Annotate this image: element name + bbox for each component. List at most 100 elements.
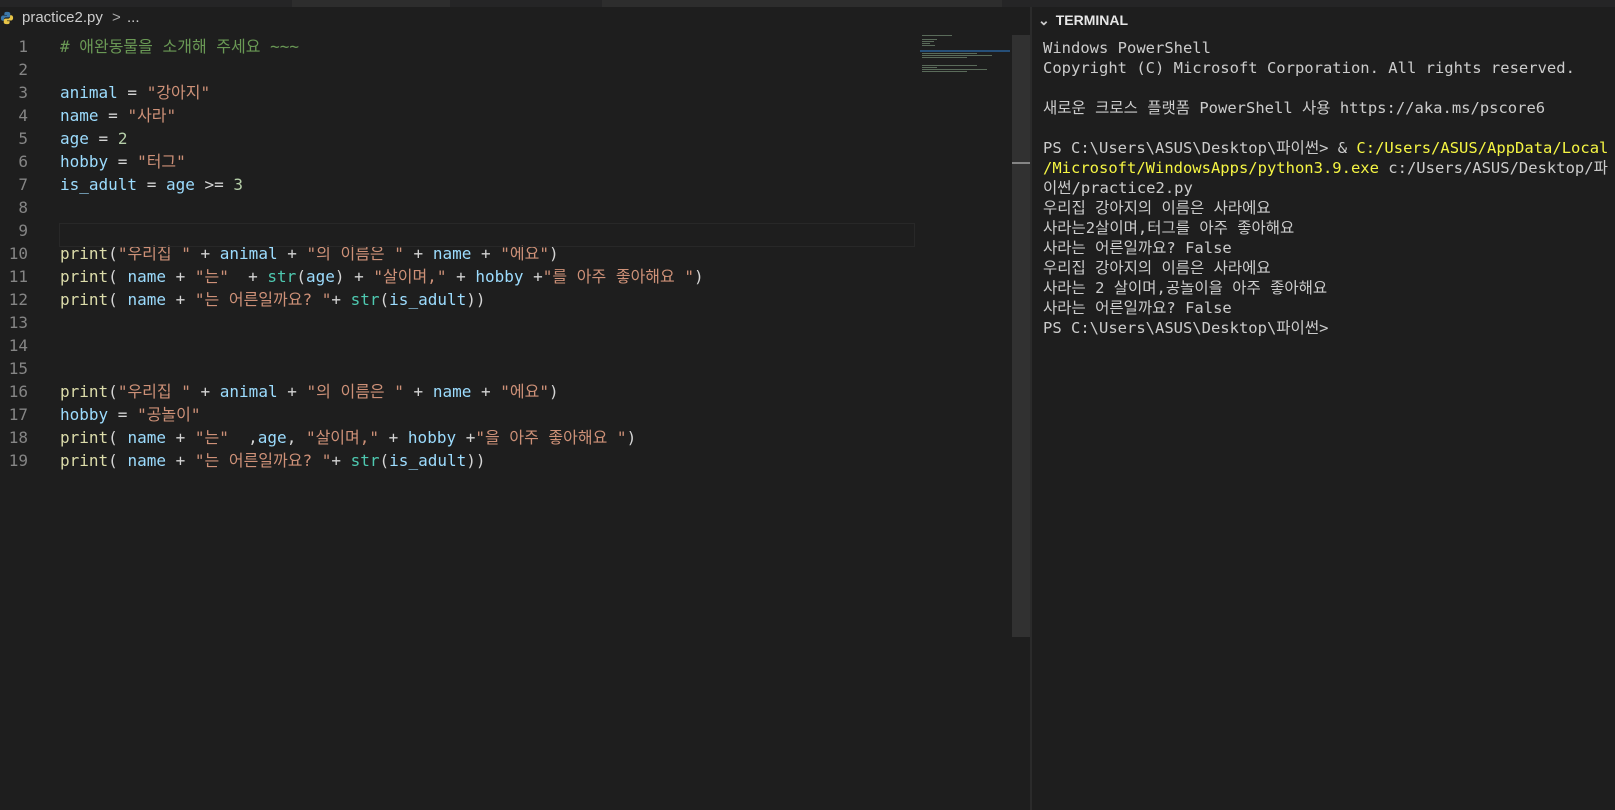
code-token: + bbox=[165, 267, 195, 286]
code-line[interactable]: 3 animal = "강아지" bbox=[0, 81, 1010, 105]
terminal-title: TERMINAL bbox=[1055, 12, 1129, 28]
code-line[interactable]: 7 is_adult = age >= 3 bbox=[0, 173, 1010, 197]
breadcrumb-more[interactable]: ... bbox=[127, 9, 140, 26]
code-token: name bbox=[127, 451, 166, 470]
code-line[interactable]: 18 print( name + "는" ,age, "살이며," + hobby… bbox=[0, 426, 1010, 450]
code-line[interactable]: 8 bbox=[0, 196, 1010, 220]
code-token: ( bbox=[108, 267, 128, 286]
chevron-right-icon: > bbox=[112, 9, 121, 26]
line-number: 12 bbox=[8, 290, 28, 309]
code-token: + bbox=[331, 451, 351, 470]
code-line[interactable]: 2 bbox=[0, 58, 1010, 82]
terminal-line: PS C:\Users\ASUS\Desktop\파이썬> & C:/Users… bbox=[1043, 138, 1613, 158]
code-text[interactable]: print( name + "는" ,age, "살이며," + hobby +… bbox=[60, 426, 636, 450]
terminal-line: 우리집 강아지의 이름은 사라에요 bbox=[1043, 198, 1613, 218]
code-line[interactable]: 19 print( name + "는 어른일까요? "+ str(is_adul… bbox=[0, 449, 1010, 473]
line-number: 18 bbox=[8, 428, 28, 447]
line-number: 19 bbox=[8, 451, 28, 470]
code-text[interactable]: animal = "강아지" bbox=[60, 81, 210, 105]
breadcrumb-file[interactable]: practice2.py bbox=[22, 9, 103, 26]
line-number: 16 bbox=[8, 382, 28, 401]
code-token: >= bbox=[194, 175, 234, 194]
code-text[interactable]: is_adult = age >= 3 bbox=[60, 173, 243, 197]
tab-strip-segment bbox=[602, 0, 1002, 7]
editor-scrollbar-thumb[interactable] bbox=[1012, 35, 1030, 637]
code-token: "강아지" bbox=[146, 83, 211, 102]
code-line[interactable]: 6 hobby = "터그" bbox=[0, 150, 1010, 174]
terminal-text: Copyright (C) Microsoft Corporation. All… bbox=[1043, 59, 1575, 77]
chevron-down-icon[interactable]: ⌄ bbox=[1038, 12, 1050, 29]
terminal-text: 사라는 어른일까요? False bbox=[1043, 299, 1232, 317]
code-text[interactable]: print("우리집 " + animal + "의 이름은 " + name … bbox=[60, 380, 559, 404]
line-number: 7 bbox=[18, 175, 28, 194]
code-line[interactable]: 5 age = 2 bbox=[0, 127, 1010, 151]
code-token: + bbox=[471, 382, 501, 401]
terminal-text: 사라는 2 살이며,공놀이을 아주 좋아해요 bbox=[1043, 279, 1328, 297]
code-token: + bbox=[165, 290, 195, 309]
code-line[interactable]: 1 # 애완동물을 소개해 주세요 ~~~ bbox=[0, 35, 1010, 59]
code-text[interactable]: # 애완동물을 소개해 주세요 ~~~ bbox=[60, 35, 299, 59]
terminal-line: Copyright (C) Microsoft Corporation. All… bbox=[1043, 58, 1613, 78]
tab-strip-segment bbox=[292, 0, 450, 7]
code-line[interactable]: 13 bbox=[0, 311, 1010, 335]
code-text[interactable]: print( name + "는 어른일까요? "+ str(is_adult)… bbox=[60, 288, 486, 312]
code-token: hobby bbox=[60, 405, 109, 424]
code-token: = bbox=[98, 106, 128, 125]
minimap[interactable] bbox=[920, 35, 1010, 75]
code-token: print bbox=[60, 267, 109, 286]
code-token: ) bbox=[626, 428, 637, 447]
code-text[interactable]: print( name + "는" + str(age) + "살이며," + … bbox=[60, 265, 704, 289]
code-token: "에요" bbox=[500, 382, 549, 401]
code-token: hobby bbox=[407, 428, 457, 447]
code-token: name bbox=[127, 290, 166, 309]
code-line[interactable]: 17 hobby = "공놀이" bbox=[0, 403, 1010, 427]
code-token: "터그" bbox=[137, 152, 186, 171]
code-token: print bbox=[60, 451, 109, 470]
code-token: ( bbox=[108, 290, 128, 309]
code-token: = bbox=[88, 129, 118, 148]
code-token: )) bbox=[466, 290, 486, 309]
code-token: = bbox=[117, 83, 147, 102]
code-text[interactable]: print( name + "는 어른일까요? "+ str(is_adult)… bbox=[60, 449, 486, 473]
code-token: + bbox=[165, 428, 195, 447]
terminal-text: PS C:\Users\ASUS\Desktop\파이썬> bbox=[1043, 319, 1329, 337]
code-line[interactable]: 12 print( name + "는 어른일까요? "+ str(is_adul… bbox=[0, 288, 1010, 312]
code-token: is_adult bbox=[389, 451, 467, 470]
code-token: + bbox=[456, 428, 476, 447]
line-number: 15 bbox=[8, 359, 28, 378]
code-text[interactable]: name = "사라" bbox=[60, 104, 176, 128]
code-token: = bbox=[108, 152, 138, 171]
tab-strip bbox=[0, 0, 1615, 7]
line-number: 10 bbox=[8, 244, 28, 263]
terminal-header[interactable]: ⌄ TERMINAL bbox=[1038, 12, 1128, 34]
code-text[interactable]: hobby = "터그" bbox=[60, 150, 186, 174]
line-number: 1 bbox=[18, 37, 28, 56]
terminal-output[interactable]: Windows PowerShell Copyright (C) Microsof… bbox=[1043, 38, 1613, 338]
code-text[interactable]: hobby = "공놀이" bbox=[60, 403, 201, 427]
code-token: name bbox=[432, 382, 472, 401]
code-line[interactable]: 15 bbox=[0, 357, 1010, 381]
line-number: 9 bbox=[18, 221, 28, 240]
terminal-text: 사라는 어른일까요? False bbox=[1043, 239, 1232, 257]
line-number: 17 bbox=[8, 405, 28, 424]
code-line[interactable]: 4 name = "사라" bbox=[0, 104, 1010, 128]
code-line[interactable]: 11 print( name + "는" + str(age) + "살이며," … bbox=[0, 265, 1010, 289]
terminal-text: 새로운 크로스 플랫폼 PowerShell 사용 https://aka.ms… bbox=[1043, 99, 1546, 117]
code-token: animal bbox=[219, 382, 278, 401]
code-token: "우리집 " bbox=[117, 382, 191, 401]
code-token: "를 아주 좋아해요 " bbox=[542, 267, 695, 286]
code-token: + bbox=[228, 267, 268, 286]
code-token: + bbox=[331, 290, 351, 309]
line-number: 13 bbox=[8, 313, 28, 332]
code-token: , bbox=[286, 428, 306, 447]
code-line[interactable]: 14 bbox=[0, 334, 1010, 358]
terminal-text: 이썬/practice2.py bbox=[1043, 179, 1193, 197]
code-token: = bbox=[137, 175, 166, 194]
code-token: is_adult bbox=[389, 290, 467, 309]
python-file-icon bbox=[0, 11, 14, 25]
line-number: 6 bbox=[18, 152, 28, 171]
code-line[interactable]: 16 print("우리집 " + animal + "의 이름은 " + nam… bbox=[0, 380, 1010, 404]
terminal-line: 사라는2살이며,터그를 아주 좋아해요 bbox=[1043, 218, 1613, 238]
code-text[interactable]: age = 2 bbox=[60, 127, 127, 151]
